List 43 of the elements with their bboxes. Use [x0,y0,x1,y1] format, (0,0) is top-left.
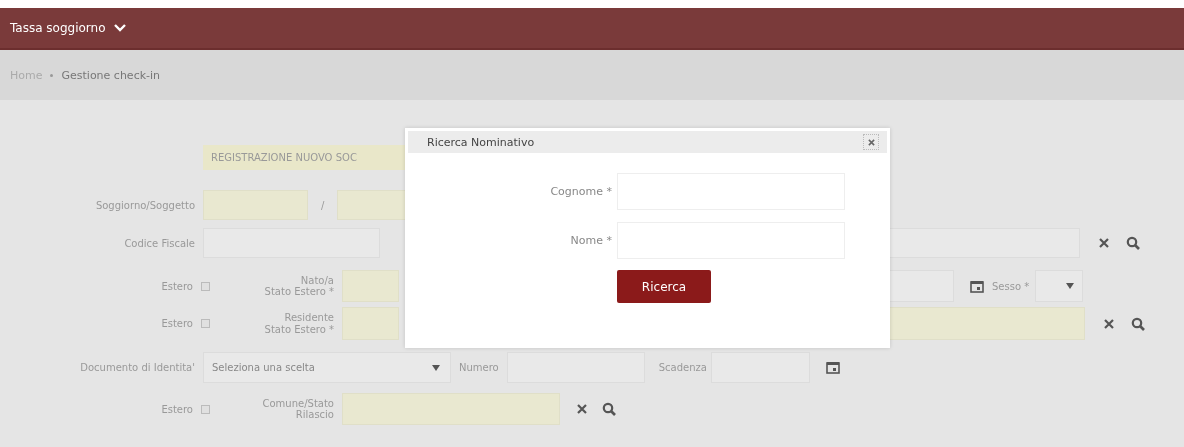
input-field[interactable] [342,393,560,425]
caret-icon [1066,283,1075,289]
breadcrumb-link[interactable]: Gestione check-in [61,68,161,82]
dialog-title: Ricerca Nominativo [427,135,535,149]
close-icon [867,138,875,146]
select-field[interactable]: Seleziona una scelta [203,352,451,383]
field-label: Scadenza [658,362,707,373]
field-label: Nato/a Stato Estero * [263,274,334,298]
input-field[interactable] [342,270,399,302]
field-label: Sesso * [992,280,1030,292]
field-label: Residente Stato Estero * [263,312,334,335]
chevron-down-icon[interactable] [113,24,126,32]
search-icon[interactable] [1126,236,1140,250]
search-icon[interactable] [602,402,616,416]
field-label: Documento di Identita' [79,362,195,373]
field-label: Estero [160,280,193,292]
calendar-icon[interactable] [825,361,840,374]
separator-text: / [321,199,325,211]
field-label: Cognome * [549,185,612,198]
select-field[interactable] [1035,270,1084,302]
input-field[interactable] [342,307,399,340]
field-label: Estero [160,318,193,329]
close-icon[interactable] [576,403,588,415]
caret-icon [432,364,440,371]
field-label: Soggiorno/Soggetto [94,199,195,211]
section-banner: REGISTRAZIONE NUOVO SOC [203,145,405,170]
field-label: Nome * [569,234,612,247]
breadcrumb-separator [50,73,54,77]
close-icon[interactable] [1098,237,1110,249]
close-button[interactable] [863,134,879,150]
search-button[interactable]: Ricerca [617,270,711,303]
field-label: Estero [160,403,193,415]
close-icon[interactable] [1103,317,1115,330]
field-label: Numero [459,362,499,373]
input-field[interactable] [203,190,308,220]
menu-title[interactable]: Tassa soggiorno [10,21,106,35]
checkbox[interactable] [201,319,210,328]
search-icon[interactable] [1131,316,1145,331]
checkbox[interactable] [201,404,210,414]
field-label: Codice Fiscale [123,237,195,249]
calendar-icon[interactable] [970,279,984,293]
checkbox[interactable] [201,281,210,291]
field-label: Comune/Stato Rilascio [261,397,334,421]
